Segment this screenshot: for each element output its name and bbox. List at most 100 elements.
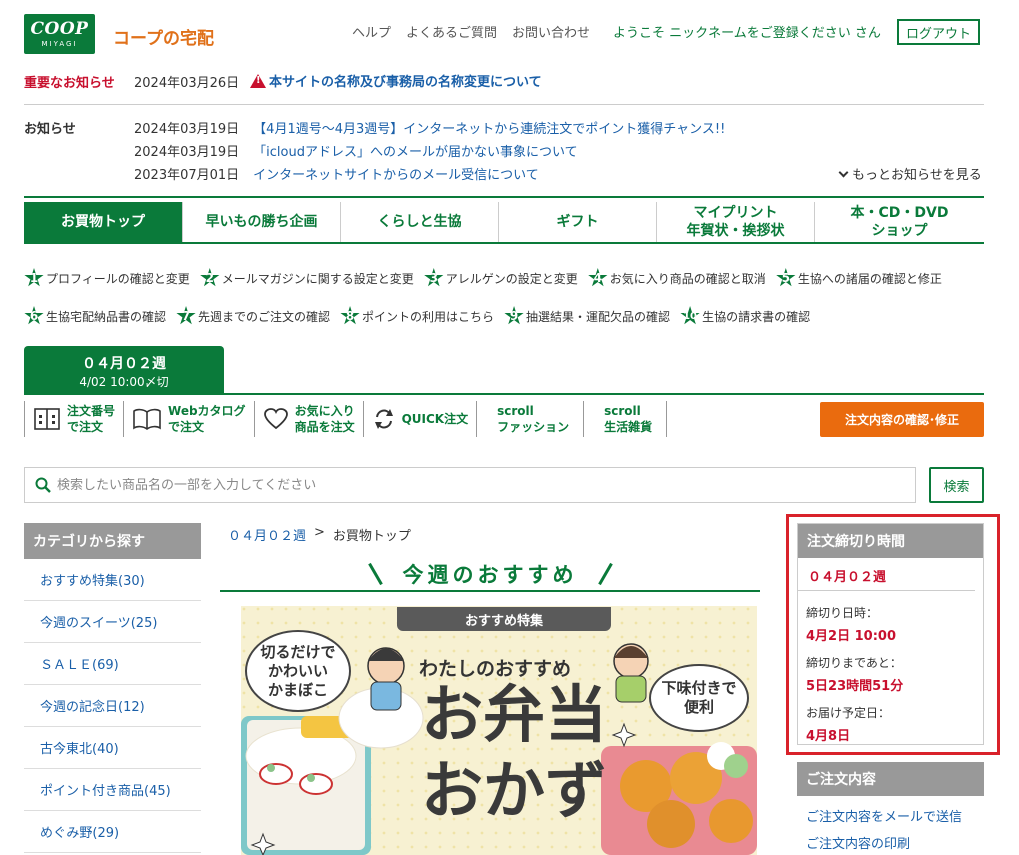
order-by-number-button[interactable]: 注文番号 で注文 <box>24 401 123 437</box>
faq-link[interactable]: よくあるご質問 <box>406 22 497 41</box>
notice-link[interactable]: インターネットサイトからのメール受信について <box>253 164 539 183</box>
category-heading: カテゴリから探す <box>24 523 201 559</box>
bubble-text: 便利 <box>683 698 714 716</box>
nav-early-bird[interactable]: 早いもの勝ち企画 <box>182 202 340 242</box>
category-list: おすすめ特集(30) 今週のスイーツ(25) ＳＡＬＥ(69) 今週の記念日(1… <box>24 559 201 853</box>
breadcrumb-separator: > <box>314 525 325 540</box>
highlight-frame <box>786 514 1000 755</box>
divider <box>24 393 984 395</box>
nav-books-shop[interactable]: 本・CD・DVD ショップ <box>814 202 984 242</box>
step-link[interactable]: 6 生協宅配納品書の確認 <box>24 306 166 326</box>
star-number-icon: 3 <box>424 268 444 287</box>
step-link[interactable]: 7 先週までのご注文の確認 <box>176 306 330 326</box>
confirm-order-button[interactable]: 注文内容の確認･修正 <box>820 402 984 437</box>
notice-date: 2023年07月01日 <box>134 168 240 183</box>
notice-item: 2024年03月19日 「icloudアドレス」へのメールが届かない事象について <box>134 141 578 160</box>
important-notice-label: 重要なお知らせ <box>24 76 115 91</box>
decor-slash <box>367 562 383 586</box>
divider <box>24 196 984 198</box>
category-item[interactable]: 今週の記念日(12) <box>24 685 201 727</box>
category-item[interactable]: ポイント付き商品(45) <box>24 769 201 811</box>
step-label: 先週までのご注文の確認 <box>198 309 331 324</box>
star-number-icon: 6 <box>24 306 44 325</box>
nav-gift[interactable]: ギフト <box>498 202 656 242</box>
step-link[interactable]: 10 生協の請求書の確認 <box>680 306 810 326</box>
breadcrumb-week-link[interactable]: ０４月０２週 <box>228 525 306 544</box>
coop-logo[interactable]: COOP MIYAGI <box>24 14 95 54</box>
speech-bubble-right: 下味付きで 便利 <box>649 664 749 732</box>
step-link[interactable]: 1 プロフィールの確認と変更 <box>24 268 190 288</box>
step-link[interactable]: 5 生協への諸届の確認と修正 <box>776 268 942 288</box>
banner-subtitle: わたしのおすすめ <box>419 658 572 680</box>
star-number-icon: 10 <box>680 306 700 325</box>
subnav-sublabel: 商品を注文 <box>294 420 355 434</box>
category-item[interactable]: めぐみ野(29) <box>24 811 201 853</box>
subnav-label: Webカタログ <box>168 404 246 418</box>
web-catalog-button[interactable]: Webカタログ で注文 <box>123 401 254 437</box>
week-deadline: 4/02 10:00〆切 <box>79 375 169 389</box>
search-button[interactable]: 検索 <box>929 467 984 503</box>
step-label: 生協への諸届の確認と修正 <box>797 271 942 286</box>
nav-label: マイプリント <box>693 205 778 221</box>
star-number-icon: 7 <box>176 306 196 325</box>
welcome-text[interactable]: ようこそ ニックネームをご登録ください さん <box>613 22 881 41</box>
nav-sublabel: ショップ <box>871 223 928 239</box>
banner-tag: おすすめ特集 <box>397 607 611 631</box>
subnav-sublabel: で注文 <box>67 420 104 434</box>
quick-order-button[interactable]: QUICK注文 <box>362 401 477 437</box>
banner-title-line1: お弁当 <box>421 678 608 751</box>
step-link[interactable]: 9 抽選結果・運配欠品の確認 <box>504 306 670 326</box>
decor-slash <box>597 562 613 586</box>
notice-date: 2024年03月19日 <box>134 122 240 137</box>
print-order-link[interactable]: ご注文内容の印刷 <box>806 833 910 852</box>
help-link[interactable]: ヘルプ <box>352 22 391 41</box>
email-order-link[interactable]: ご注文内容をメールで送信 <box>806 806 962 825</box>
nav-shopping-top[interactable]: お買物トップ <box>24 202 182 242</box>
notice-link[interactable]: 【4月1週号～4月3週号】インターネットから連続注文でポイント獲得チャンス!! <box>253 118 725 137</box>
notice-link[interactable]: 「icloudアドレス」へのメールが届かない事象について <box>253 141 577 160</box>
category-item[interactable]: 古今東北(40) <box>24 727 201 769</box>
star-number-icon: 1 <box>24 268 44 287</box>
site-name[interactable]: コープの宅配 <box>113 24 214 49</box>
breadcrumb: ０４月０２週 > お買物トップ <box>228 525 411 544</box>
step-link[interactable]: 2 メールマガジンに関する設定と変更 <box>200 268 414 288</box>
nav-life-coop[interactable]: くらしと生協 <box>340 202 498 242</box>
order-number-icon <box>34 408 60 430</box>
category-item[interactable]: おすすめ特集(30) <box>24 559 201 601</box>
bubble-text: 切るだけで <box>260 642 336 661</box>
search-icon <box>35 477 51 493</box>
category-item[interactable]: ＳＡＬＥ(69) <box>24 643 201 685</box>
step-label: メールマガジンに関する設定と変更 <box>221 271 414 286</box>
star-number-icon: 9 <box>504 306 524 325</box>
nav-myprint[interactable]: マイプリント 年賀状・挨拶状 <box>656 202 814 242</box>
important-notice-text[interactable]: 本サイトの名称及び事務局の名称変更について <box>269 71 542 90</box>
logo-subtext: MIYAGI <box>41 40 78 48</box>
chevron-down-icon <box>838 167 849 178</box>
refresh-icon <box>374 409 393 429</box>
bubble-text: かわいい <box>267 661 328 680</box>
more-notices-link[interactable]: もっとお知らせを見る <box>838 164 982 183</box>
recommend-banner[interactable]: 切るだけで かわいい かまぼこ 下味付きで 便利 わたしのおすすめ お弁当 おかず <box>241 606 757 855</box>
warning-icon <box>250 73 266 88</box>
week-tab[interactable]: ０４月０２週 4/02 10:00〆切 <box>24 346 224 393</box>
favorites-order-button[interactable]: お気に入り 商品を注文 <box>253 401 363 437</box>
step-link[interactable]: 8 ポイントの利用はこちら <box>340 306 494 326</box>
step-link[interactable]: 4 お気に入り商品の確認と取消 <box>588 268 766 288</box>
subnav-sublabel: ファッション <box>497 420 570 434</box>
search-input[interactable] <box>57 477 915 493</box>
notices-label: お知らせ <box>24 122 76 137</box>
contact-link[interactable]: お問い合わせ <box>512 22 590 41</box>
logo-text: COOP <box>30 19 89 39</box>
step-label: プロフィールの確認と変更 <box>46 271 190 286</box>
heart-icon <box>263 408 288 430</box>
notice-item: 2024年03月19日 【4月1週号～4月3週号】インターネットから連続注文でポ… <box>134 118 725 137</box>
speech-bubble-left: 切るだけで かわいい かまぼこ <box>245 630 351 712</box>
banner-title-line2: おかず <box>421 754 608 827</box>
scroll-goods-button[interactable]: scroll 生活雑貨 <box>583 401 668 437</box>
scroll-fashion-button[interactable]: scroll ファッション <box>476 401 583 437</box>
important-notice-link[interactable]: 本サイトの名称及び事務局の名称変更について <box>250 71 542 90</box>
logout-button[interactable]: ログアウト <box>897 19 980 45</box>
nav-label: 早いもの勝ち企画 <box>205 214 318 230</box>
step-link[interactable]: 3 アレルゲンの設定と変更 <box>424 268 578 288</box>
category-item[interactable]: 今週のスイーツ(25) <box>24 601 201 643</box>
